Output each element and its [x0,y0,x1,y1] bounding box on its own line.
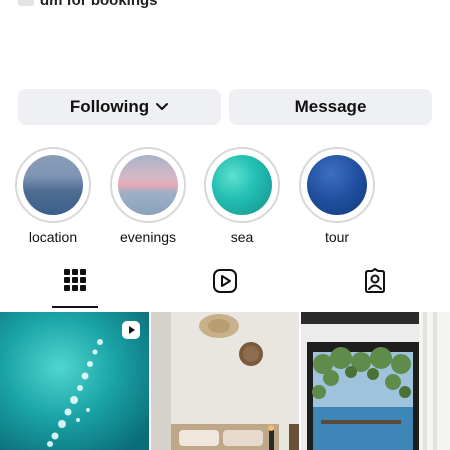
active-tab-indicator [52,306,98,308]
bio-link-line[interactable]: dm for bookings [18,0,158,9]
highlight-label: evenings [119,229,177,245]
message-label: Message [294,97,367,116]
bedroom-image [151,312,299,450]
window-sea-view-image [301,312,450,450]
tab-reels[interactable] [150,268,300,308]
highlight-ring [299,147,375,223]
link-icon [18,0,34,6]
bio-text: dm for bookings [40,0,158,9]
story-highlights: location evenings sea tour [0,147,450,247]
reels-icon [212,268,238,299]
highlight-thumbnail [23,155,83,215]
tab-posts[interactable] [0,268,150,308]
profile-tabs [0,268,450,310]
highlight-ring [204,147,280,223]
highlight-label: location [28,229,78,245]
posts-grid [0,312,450,450]
post-thumbnail[interactable] [0,312,149,450]
profile-actions: Following Message [18,89,432,125]
highlight-evenings[interactable]: evenings [110,147,186,245]
highlight-thumbnail [118,155,178,215]
following-label: Following [69,97,150,116]
highlight-tour[interactable]: tour [299,147,375,245]
highlight-location[interactable]: location [15,147,91,245]
highlight-label: sea [230,229,254,245]
highlight-sea[interactable]: sea [204,147,280,245]
video-icon [121,320,141,345]
highlight-label: tour [324,229,350,245]
post-thumbnail[interactable] [301,312,450,450]
highlight-ring [15,147,91,223]
grid-icon [63,268,87,297]
post-thumbnail[interactable] [151,312,299,450]
chevron-down-icon [155,102,169,112]
highlight-thumbnail [307,155,367,215]
highlight-ring [110,147,186,223]
message-button[interactable]: Message [229,89,432,125]
tagged-icon [362,268,388,299]
tab-tagged[interactable] [300,268,450,308]
highlight-thumbnail [212,155,272,215]
following-button[interactable]: Following [18,89,221,125]
